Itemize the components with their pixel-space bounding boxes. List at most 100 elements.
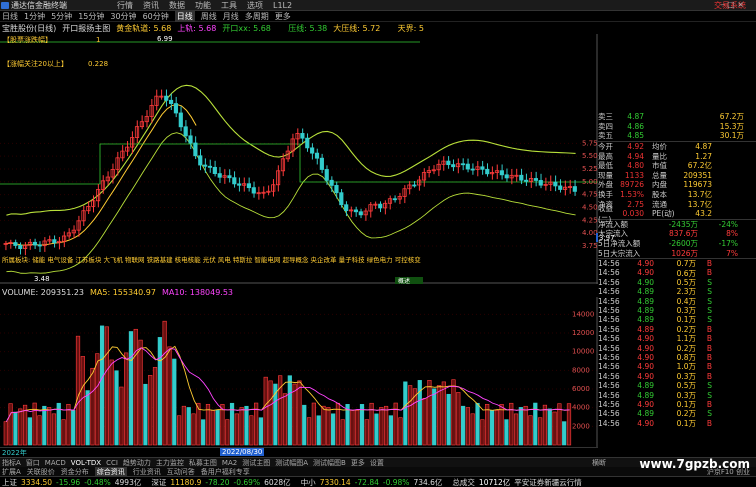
tick-time: 14:56 [598, 381, 620, 391]
candle-body [18, 245, 23, 249]
tab-item[interactable]: 更多 [351, 458, 365, 468]
sz-index-name[interactable]: 深证 [151, 477, 166, 487]
period-item[interactable]: 月线 [223, 11, 239, 22]
volume-bar [239, 407, 244, 446]
price-axis-label: 4.25 [582, 216, 598, 224]
tab-item[interactable]: MACD [45, 459, 66, 467]
func-item[interactable]: 关联股价 [27, 467, 55, 477]
volume-bar [432, 388, 437, 446]
tick-side: B [706, 268, 712, 278]
stat-value: 2.75 [627, 199, 644, 209]
volume-bar [181, 405, 187, 446]
menu-quotes[interactable]: 行情 [117, 0, 133, 11]
stat-row: 净资 2.75 流通 13.7亿 [598, 199, 756, 209]
price-chart[interactable]: 5.75 5.50 5.25 5.00 4.75 4.50 4.25 4.00 3.75 【股票… [0, 34, 598, 284]
candle-body [300, 133, 305, 139]
candlesticks [3, 89, 577, 256]
menu-functions[interactable]: 功能 [195, 0, 211, 11]
tab-right[interactable]: 横断 [592, 458, 606, 468]
tick-price: 4.89 [637, 390, 654, 400]
stat-value: 4.94 [627, 151, 644, 161]
period-item[interactable]: 60分钟 [143, 11, 169, 22]
volume-bar [408, 385, 413, 446]
tick-time: 14:56 [598, 306, 620, 316]
tick-side: S [707, 306, 712, 316]
tick-row: 14:56 4.90 0.1万 B [598, 419, 756, 428]
tab-item[interactable]: 测试幅图B [313, 458, 346, 468]
zx-index-name[interactable]: 中小 [301, 477, 316, 487]
ask-row: 卖五 4.85 30.1万 [598, 131, 756, 141]
window-controls[interactable]: – □ × [721, 0, 744, 9]
tick-price: 4.89 [637, 287, 654, 297]
menu-news[interactable]: 资讯 [143, 0, 159, 11]
volume-bar [456, 392, 461, 446]
tab-item[interactable]: 测试幅图A [275, 458, 308, 468]
period-item[interactable]: 多周期 [245, 11, 269, 22]
tick-price: 4.90 [637, 277, 654, 287]
func-item-active[interactable]: 综合资讯 [94, 466, 127, 477]
stock-name[interactable]: 宝胜股份(日线) [2, 23, 56, 34]
price-axis-label: 5.00 [582, 178, 598, 186]
volume-bar [249, 415, 254, 446]
candle-body [217, 173, 222, 178]
menu-options[interactable]: 选项 [247, 0, 263, 11]
volume-bar [403, 381, 408, 446]
func-item[interactable]: 资金分布 [61, 467, 89, 477]
volume-chart[interactable]: 14000 12000 10000 8000 6000 4000 2000 [0, 297, 598, 447]
stat-value: 1.53% [620, 190, 644, 200]
candle-body [344, 204, 349, 211]
period-bar: 日线 1分钟 5分钟 15分钟 30分钟 60分钟 日线 周线 月线 多周期 更… [0, 10, 756, 22]
volume-bar [552, 411, 557, 446]
volume-bar [485, 404, 490, 446]
sh-index-name[interactable]: 上证 [2, 477, 17, 487]
menu-tools[interactable]: 工具 [221, 0, 237, 11]
candle-body [558, 185, 563, 190]
period-item[interactable]: 周线 [201, 11, 217, 22]
zx-index-value: 7330.14 [319, 477, 351, 487]
volume-bar [441, 381, 446, 446]
period-item[interactable]: 1分钟 [24, 11, 45, 22]
candle-body [412, 184, 417, 187]
candle-body [246, 183, 251, 189]
menu-l1l2[interactable]: L1L2 [273, 1, 292, 10]
volume-bar [157, 337, 162, 446]
volume-bar [451, 379, 456, 446]
volume-bar [71, 410, 76, 446]
volume-bar [523, 405, 528, 446]
func-item[interactable]: 扩展A [2, 467, 21, 477]
func-item[interactable]: 互动问答 [167, 467, 195, 477]
volume-bar [75, 335, 81, 446]
candle-body [480, 166, 485, 170]
tab-item[interactable]: 设置 [370, 458, 384, 468]
ask-price: 4.85 [627, 131, 644, 141]
period-item[interactable]: 30分钟 [110, 11, 136, 22]
candle-body [178, 112, 183, 128]
candle-body [499, 170, 504, 176]
menu-data[interactable]: 数据 [169, 0, 185, 11]
tick-side: S [707, 296, 712, 306]
volume-axis-label: 4000 [572, 404, 590, 412]
volume-bar [95, 353, 100, 446]
price-axis-label: 4.75 [582, 191, 598, 199]
volume-bar [268, 380, 273, 446]
stat-row: 收益(二) 0.030 PE(动) 43.2 [598, 204, 756, 224]
volume-bar [547, 408, 552, 446]
volume-bar [162, 320, 167, 446]
period-item[interactable]: 15分钟 [78, 11, 104, 22]
candle-body [193, 142, 198, 157]
volume-bar [37, 415, 42, 446]
tab-item[interactable]: CCI [106, 459, 118, 467]
tab-item-active[interactable]: VOL-TDX [71, 459, 101, 467]
stat-value: 4.80 [627, 161, 644, 171]
volume-bar [167, 346, 172, 446]
volume-bar [297, 380, 302, 446]
period-item-active[interactable]: 日线 [174, 10, 195, 22]
func-item[interactable]: 备用户福利专享 [201, 467, 250, 477]
period-item[interactable]: 日线 [2, 11, 18, 22]
func-item[interactable]: 行业资讯 [133, 467, 161, 477]
candle-body [164, 95, 169, 101]
tab-item[interactable]: MA2 [222, 459, 237, 467]
period-item[interactable]: 5分钟 [51, 11, 72, 22]
period-item[interactable]: 更多 [275, 11, 291, 22]
tick-time: 14:56 [598, 277, 620, 287]
